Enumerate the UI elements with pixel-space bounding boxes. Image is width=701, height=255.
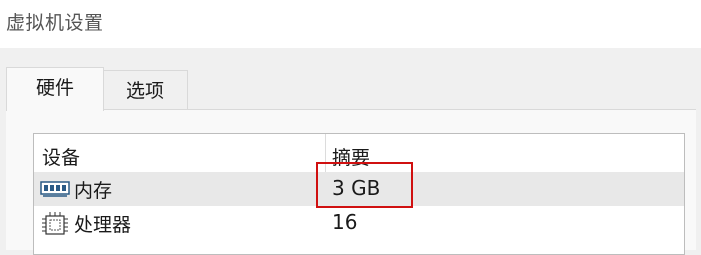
device-label: 处理器	[74, 214, 132, 236]
tab-strip: 硬件 选项	[0, 48, 701, 111]
processor-icon	[40, 212, 70, 235]
window-titlebar: 虚拟机设置	[0, 0, 701, 48]
memory-icon	[40, 178, 70, 200]
tab-hardware[interactable]: 硬件	[6, 67, 104, 111]
device-row-processor[interactable]: 处理器 16	[34, 206, 684, 240]
device-summary: 16	[332, 210, 358, 234]
column-header-device[interactable]: 设备	[42, 143, 80, 170]
tab-options[interactable]: 选项	[103, 70, 188, 110]
annotation-highlight-box	[316, 162, 413, 208]
window-title: 虚拟机设置	[6, 12, 104, 34]
device-label: 内存	[74, 180, 113, 202]
